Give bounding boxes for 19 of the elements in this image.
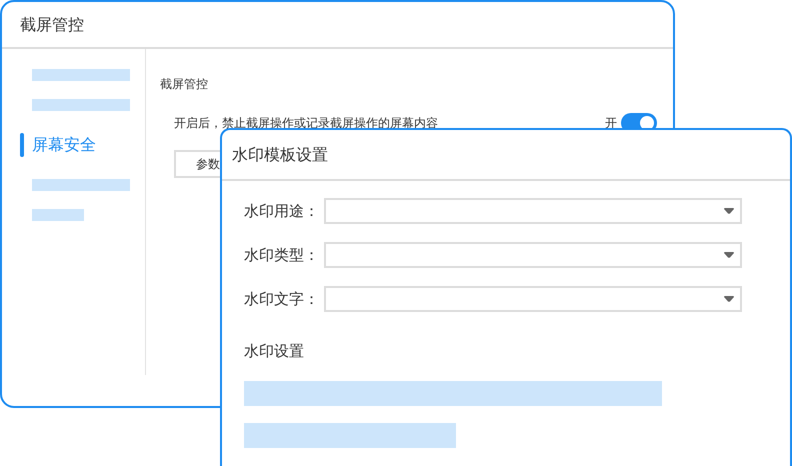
sidebar-item[interactable]	[32, 179, 130, 191]
sidebar-item[interactable]	[32, 69, 130, 81]
section-title: 水印设置	[244, 341, 304, 362]
sidebar-item[interactable]	[32, 209, 84, 221]
field-label: 水印文字：	[244, 288, 320, 310]
dropdown-caret-icon	[724, 208, 734, 214]
dropdown-field[interactable]	[324, 242, 742, 268]
dropdown-field[interactable]	[324, 198, 742, 224]
dropdown-caret-icon	[724, 296, 734, 302]
dropdown-field[interactable]	[324, 286, 742, 312]
dialog-title: 水印模板设置	[232, 144, 328, 166]
sidebar-item[interactable]	[32, 99, 130, 111]
field-label: 水印用途：	[244, 200, 320, 222]
sidebar-item[interactable]: 屏幕安全	[32, 133, 96, 157]
dropdown-caret-icon	[724, 252, 734, 258]
window-title: 截屏管控	[20, 14, 84, 36]
field-label: 水印类型：	[244, 244, 320, 266]
section-title: 截屏管控	[160, 76, 208, 93]
toggle-state-label: 开	[605, 115, 617, 132]
